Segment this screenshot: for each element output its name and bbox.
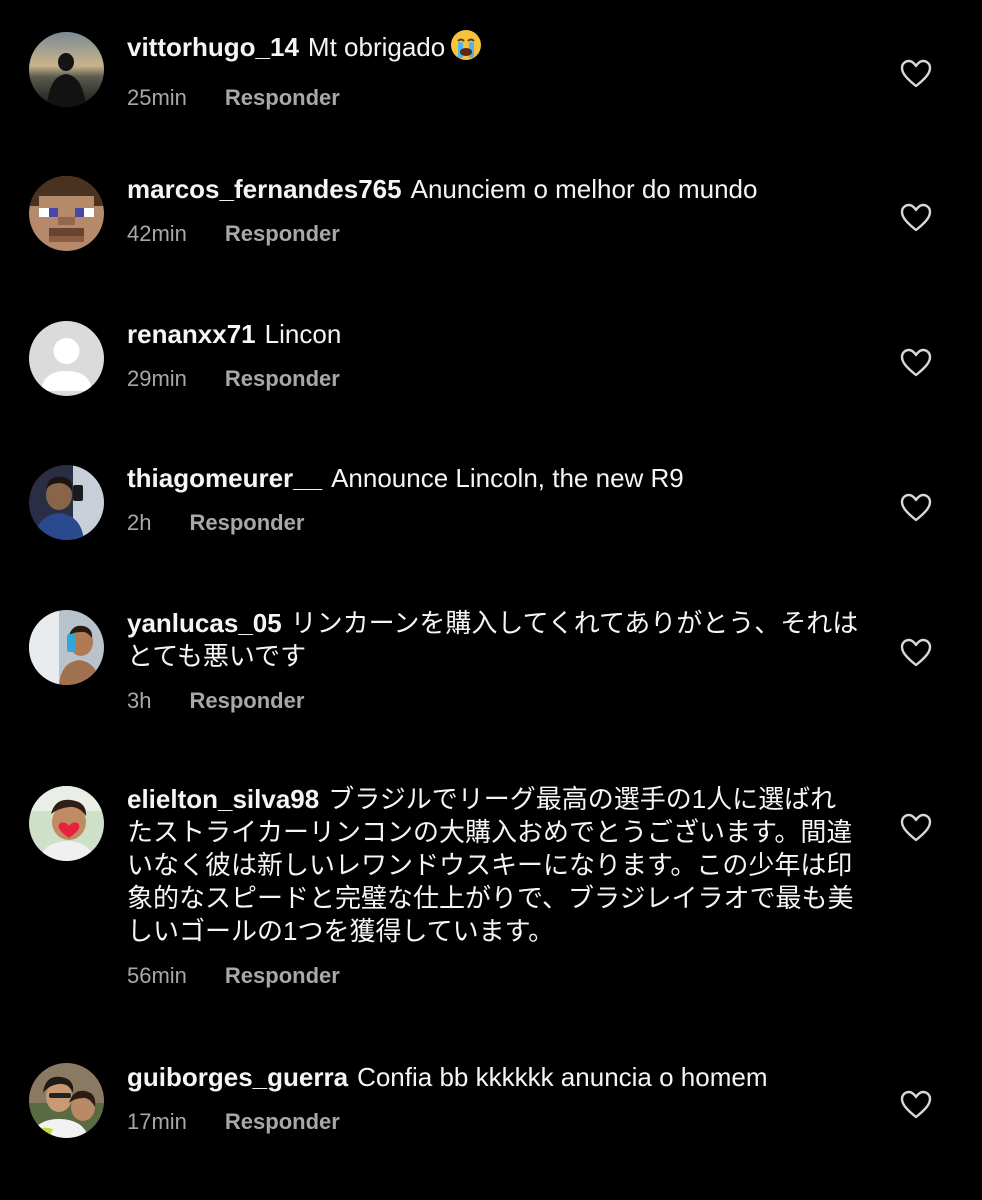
like-heart-icon[interactable] bbox=[900, 493, 932, 523]
user-avatar[interactable] bbox=[29, 1063, 104, 1138]
comment-timestamp: 25min bbox=[127, 85, 187, 110]
user-avatar[interactable] bbox=[29, 321, 104, 396]
comment-text: elielton_silva98 ブラジルでリーグ最高の選手の1人に選ばれたストラ… bbox=[127, 783, 862, 948]
comment-meta: 29min Responder bbox=[127, 366, 862, 392]
reply-button[interactable]: Responder bbox=[225, 963, 340, 989]
comment-body: elielton_silva98 ブラジルでリーグ最高の選手の1人に選ばれたストラ… bbox=[127, 783, 862, 989]
comment-username[interactable]: vittorhugo_14 bbox=[127, 32, 299, 62]
comment-meta: 42min Responder bbox=[127, 221, 862, 247]
comment-text: marcos_fernandes765 Anunciem o melhor do … bbox=[127, 173, 862, 206]
like-heart-icon[interactable] bbox=[900, 348, 932, 378]
reply-button[interactable]: Responder bbox=[225, 1109, 340, 1135]
comment-text: yanlucas_05 リンカーンを購入してくれてありがとう、それはとても悪いです bbox=[127, 607, 862, 673]
comment-username[interactable]: yanlucas_05 bbox=[127, 608, 282, 638]
comment-username[interactable]: guiborges_guerra bbox=[127, 1062, 348, 1092]
comment-body: guiborges_guerra Confia bb kkkkkk anuncia… bbox=[127, 1061, 862, 1135]
loudly-crying-face-icon bbox=[449, 28, 483, 70]
user-avatar[interactable] bbox=[29, 32, 104, 107]
comment-meta: 2h Responder bbox=[127, 510, 862, 536]
comment-text: vittorhugo_14 Mt obrigado bbox=[127, 28, 862, 70]
comment-content: Confia bb kkkkkk anuncia o homem bbox=[357, 1062, 768, 1092]
comment-body: renanxx71 Lincon 29min Responder bbox=[127, 318, 862, 392]
default-avatar-icon bbox=[29, 321, 104, 396]
comment-username[interactable]: marcos_fernandes765 bbox=[127, 174, 402, 204]
comment-timestamp: 2h bbox=[127, 510, 152, 535]
reply-button[interactable]: Responder bbox=[189, 688, 304, 714]
comment-body: yanlucas_05 リンカーンを購入してくれてありがとう、それはとても悪いです… bbox=[127, 607, 862, 714]
avatar-pixel-face-icon bbox=[29, 176, 104, 251]
comment-username[interactable]: thiagomeurer__ bbox=[127, 463, 322, 493]
comment-meta: 25min Responder bbox=[127, 85, 862, 111]
user-avatar[interactable] bbox=[29, 176, 104, 251]
reply-button[interactable]: Responder bbox=[225, 366, 340, 392]
user-avatar[interactable] bbox=[29, 465, 104, 540]
comment-content: Lincon bbox=[264, 319, 342, 349]
user-avatar[interactable] bbox=[29, 786, 104, 861]
avatar-photo-icon bbox=[29, 786, 104, 861]
reply-button[interactable]: Responder bbox=[189, 510, 304, 536]
comment-username[interactable]: elielton_silva98 bbox=[127, 784, 319, 814]
like-heart-icon[interactable] bbox=[900, 1090, 932, 1120]
comment-body: marcos_fernandes765 Anunciem o melhor do … bbox=[127, 173, 862, 247]
comment-meta: 17min Responder bbox=[127, 1109, 862, 1135]
comment-timestamp: 56min bbox=[127, 963, 187, 988]
avatar-photo-icon bbox=[29, 465, 104, 540]
comment-meta: 3h Responder bbox=[127, 688, 862, 714]
comment-timestamp: 3h bbox=[127, 688, 152, 713]
comment-timestamp: 29min bbox=[127, 366, 187, 391]
like-heart-icon[interactable] bbox=[900, 638, 932, 668]
comment-timestamp: 17min bbox=[127, 1109, 187, 1134]
avatar-photo-icon bbox=[29, 1063, 104, 1138]
comment-text: renanxx71 Lincon bbox=[127, 318, 862, 351]
comment-text: thiagomeurer__ Announce Lincoln, the new … bbox=[127, 462, 862, 495]
like-heart-icon[interactable] bbox=[900, 813, 932, 843]
comment-body: vittorhugo_14 Mt obrigado 25min Responder bbox=[127, 28, 862, 111]
comment-content: Announce Lincoln, the new R9 bbox=[331, 463, 684, 493]
like-heart-icon[interactable] bbox=[900, 59, 932, 89]
comment-username[interactable]: renanxx71 bbox=[127, 319, 256, 349]
avatar-photo-icon bbox=[29, 32, 104, 107]
reply-button[interactable]: Responder bbox=[225, 85, 340, 111]
comment-content: Anunciem o melhor do mundo bbox=[410, 174, 758, 204]
user-avatar[interactable] bbox=[29, 610, 104, 685]
avatar-photo-icon bbox=[29, 610, 104, 685]
comment-meta: 56min Responder bbox=[127, 963, 862, 989]
comment-text: guiborges_guerra Confia bb kkkkkk anuncia… bbox=[127, 1061, 862, 1094]
comment-timestamp: 42min bbox=[127, 221, 187, 246]
reply-button[interactable]: Responder bbox=[225, 221, 340, 247]
comment-body: thiagomeurer__ Announce Lincoln, the new … bbox=[127, 462, 862, 536]
comment-content: Mt obrigado bbox=[307, 32, 446, 62]
like-heart-icon[interactable] bbox=[900, 203, 932, 233]
